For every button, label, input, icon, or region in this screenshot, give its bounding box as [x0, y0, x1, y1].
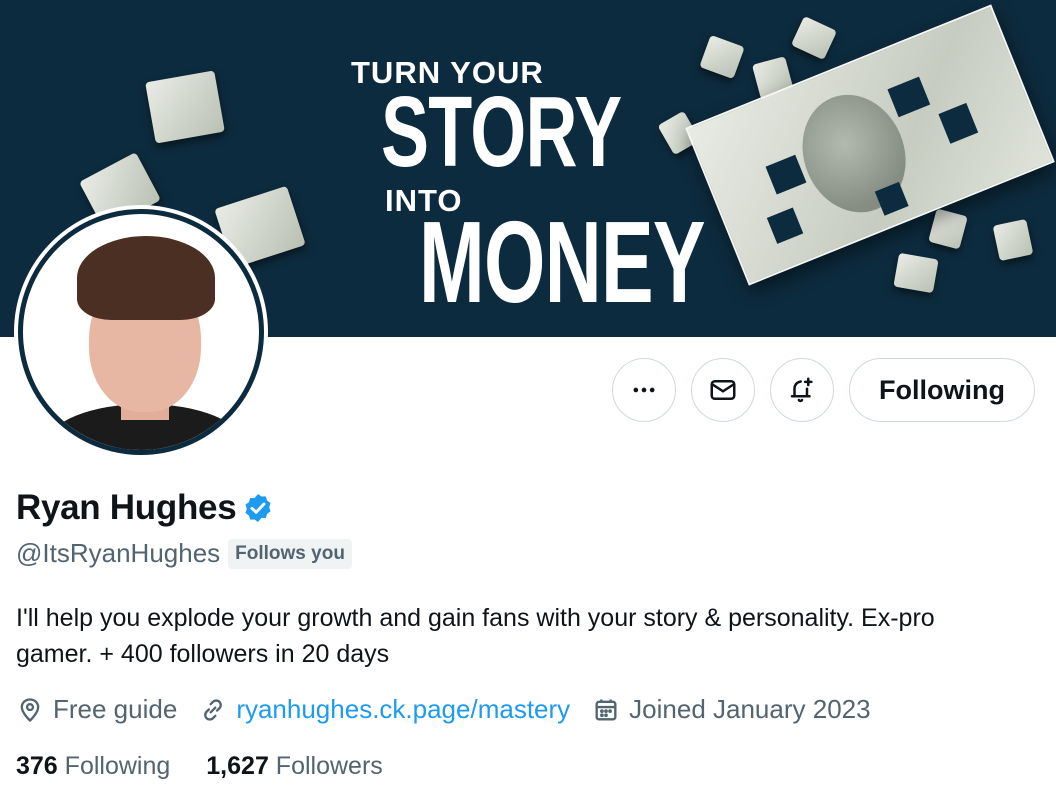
bell-plus-icon — [790, 377, 813, 403]
more-horizontal-icon — [633, 387, 655, 393]
handle-row: @ItsRyanHughes Follows you — [16, 538, 352, 569]
username-handle: @ItsRyanHughes — [16, 538, 221, 568]
profile-bio: I'll help you explode your growth and ga… — [16, 604, 935, 668]
following-button[interactable]: Following — [849, 358, 1035, 422]
location-item: Free guide — [16, 694, 177, 725]
avatar[interactable] — [14, 205, 268, 459]
joined-item: Joined January 2023 — [592, 694, 871, 725]
avatar-photo — [18, 209, 264, 455]
website-item[interactable]: ryanhughes.ck.page/mastery — [199, 694, 570, 725]
notify-button[interactable] — [770, 358, 834, 422]
puzzle-piece-image — [145, 70, 225, 144]
following-label: Following — [64, 752, 171, 780]
puzzle-piece-image — [790, 15, 838, 61]
banner-line: STORY — [381, 76, 622, 188]
mail-icon — [710, 380, 736, 400]
display-name: Ryan Hughes — [16, 488, 237, 527]
followers-label: Followers — [275, 752, 383, 780]
puzzle-piece-image — [928, 208, 968, 250]
website-link[interactable]: ryanhughes.ck.page/mastery — [236, 694, 570, 725]
banner-line: MONEY — [419, 197, 706, 327]
link-icon — [204, 698, 223, 721]
location-text: Free guide — [53, 694, 178, 724]
calendar-icon — [595, 699, 617, 720]
more-button[interactable] — [612, 358, 676, 422]
profile-meta: Free guide ryanhughes.ck.page/mastery Jo… — [16, 694, 893, 725]
puzzle-piece-image — [699, 34, 745, 80]
message-button[interactable] — [691, 358, 755, 422]
following-stat[interactable]: 376 Following — [16, 752, 170, 781]
follow-stats: 376 Following 1,627 Followers — [16, 752, 419, 781]
followers-stat[interactable]: 1,627 Followers — [206, 752, 383, 781]
follows-you-badge: Follows you — [228, 538, 352, 569]
verified-badge-icon[interactable] — [242, 492, 274, 524]
name-row: Ryan Hughes — [16, 488, 274, 528]
following-count: 376 — [16, 752, 65, 780]
joined-date: Joined January 2023 — [629, 694, 871, 724]
puzzle-piece-image — [893, 252, 939, 294]
puzzle-piece-image — [992, 218, 1034, 262]
followers-count: 1,627 — [206, 752, 276, 780]
location-pin-icon — [20, 697, 40, 722]
